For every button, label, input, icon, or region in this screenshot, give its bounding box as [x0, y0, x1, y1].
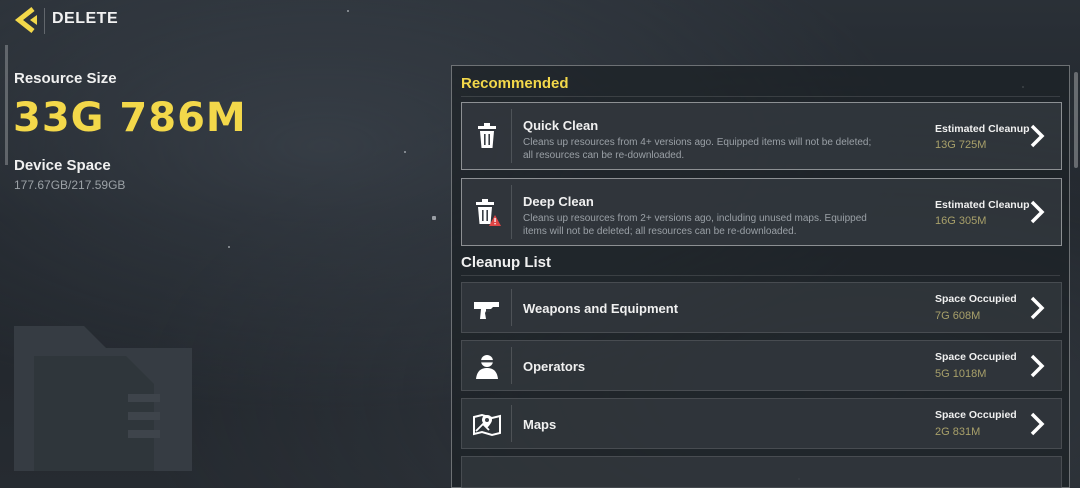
chevron-right-icon — [1030, 412, 1045, 435]
background-speck — [432, 216, 436, 220]
section-divider — [461, 96, 1060, 97]
card-divider — [511, 185, 512, 239]
weapons-equipment-item[interactable]: Weapons and Equipment Space Occupied 7G … — [461, 282, 1062, 333]
background-speck — [404, 151, 406, 153]
maps-item[interactable]: Maps Space Occupied 2G 831M — [461, 398, 1062, 449]
estimated-cleanup-label: Estimated Cleanup — [935, 199, 1030, 211]
header-separator — [44, 8, 45, 34]
folder-icon — [14, 326, 192, 471]
chevron-right-icon — [1030, 296, 1045, 319]
quick-clean-description: Cleans up resources from 4+ versions ago… — [523, 137, 872, 161]
chevron-right-icon — [1030, 200, 1045, 224]
quick-clean-title: Quick Clean — [523, 118, 599, 133]
device-space-label: Device Space — [14, 157, 111, 174]
weapons-equipment-title: Weapons and Equipment — [523, 301, 679, 316]
left-accent-bar — [5, 45, 8, 165]
resource-size-label: Resource Size — [14, 70, 117, 87]
operators-item[interactable]: Operators Space Occupied 5G 1018M — [461, 340, 1062, 391]
space-occupied-label: Space Occupied — [935, 351, 1017, 363]
scrollbar[interactable] — [1074, 72, 1078, 168]
space-occupied-label: Space Occupied — [935, 293, 1017, 305]
section-divider — [461, 275, 1060, 276]
list-item[interactable] — [461, 456, 1062, 488]
space-occupied-label: Space Occupied — [935, 409, 1017, 421]
deep-clean-card[interactable]: Deep Clean Cleans up resources from 2+ v… — [461, 178, 1062, 246]
cleanup-panel: Recommended Quick Clean Cleans up resour… — [451, 65, 1070, 488]
cleanup-list-title: Cleanup List — [461, 254, 552, 271]
operators-title: Operators — [523, 359, 586, 374]
deep-clean-description: Cleans up resources from 2+ versions ago… — [523, 213, 867, 237]
trash-icon — [478, 123, 496, 148]
chevron-right-icon — [1030, 124, 1045, 148]
pistol-icon — [474, 301, 499, 319]
page-title: DELETE — [52, 10, 119, 27]
device-space-value: 177.67GB/217.59GB — [14, 178, 126, 192]
background-speck — [228, 246, 230, 248]
space-occupied-value: 5G 1018M — [935, 368, 987, 380]
back-arrow-icon — [14, 7, 37, 33]
map-icon — [473, 413, 501, 436]
operator-icon — [476, 354, 498, 379]
space-occupied-value: 7G 608M — [935, 310, 981, 322]
card-divider — [511, 289, 512, 326]
card-divider — [511, 109, 512, 163]
trash-warning-icon — [476, 199, 501, 226]
resource-size-value: 33G 786M — [13, 95, 247, 141]
back-button[interactable] — [12, 6, 42, 34]
recommended-title: Recommended — [461, 75, 569, 92]
estimated-cleanup-value: 16G 305M — [935, 215, 987, 227]
quick-clean-card[interactable]: Quick Clean Cleans up resources from 4+ … — [461, 102, 1062, 170]
card-divider — [511, 347, 512, 384]
estimated-cleanup-label: Estimated Cleanup — [935, 123, 1030, 135]
space-occupied-value: 2G 831M — [935, 426, 981, 438]
card-divider — [511, 405, 512, 442]
estimated-cleanup-value: 13G 725M — [935, 139, 987, 151]
chevron-right-icon — [1030, 354, 1045, 377]
maps-title: Maps — [523, 417, 557, 432]
deep-clean-title: Deep Clean — [523, 194, 594, 209]
background-speck — [347, 10, 349, 12]
